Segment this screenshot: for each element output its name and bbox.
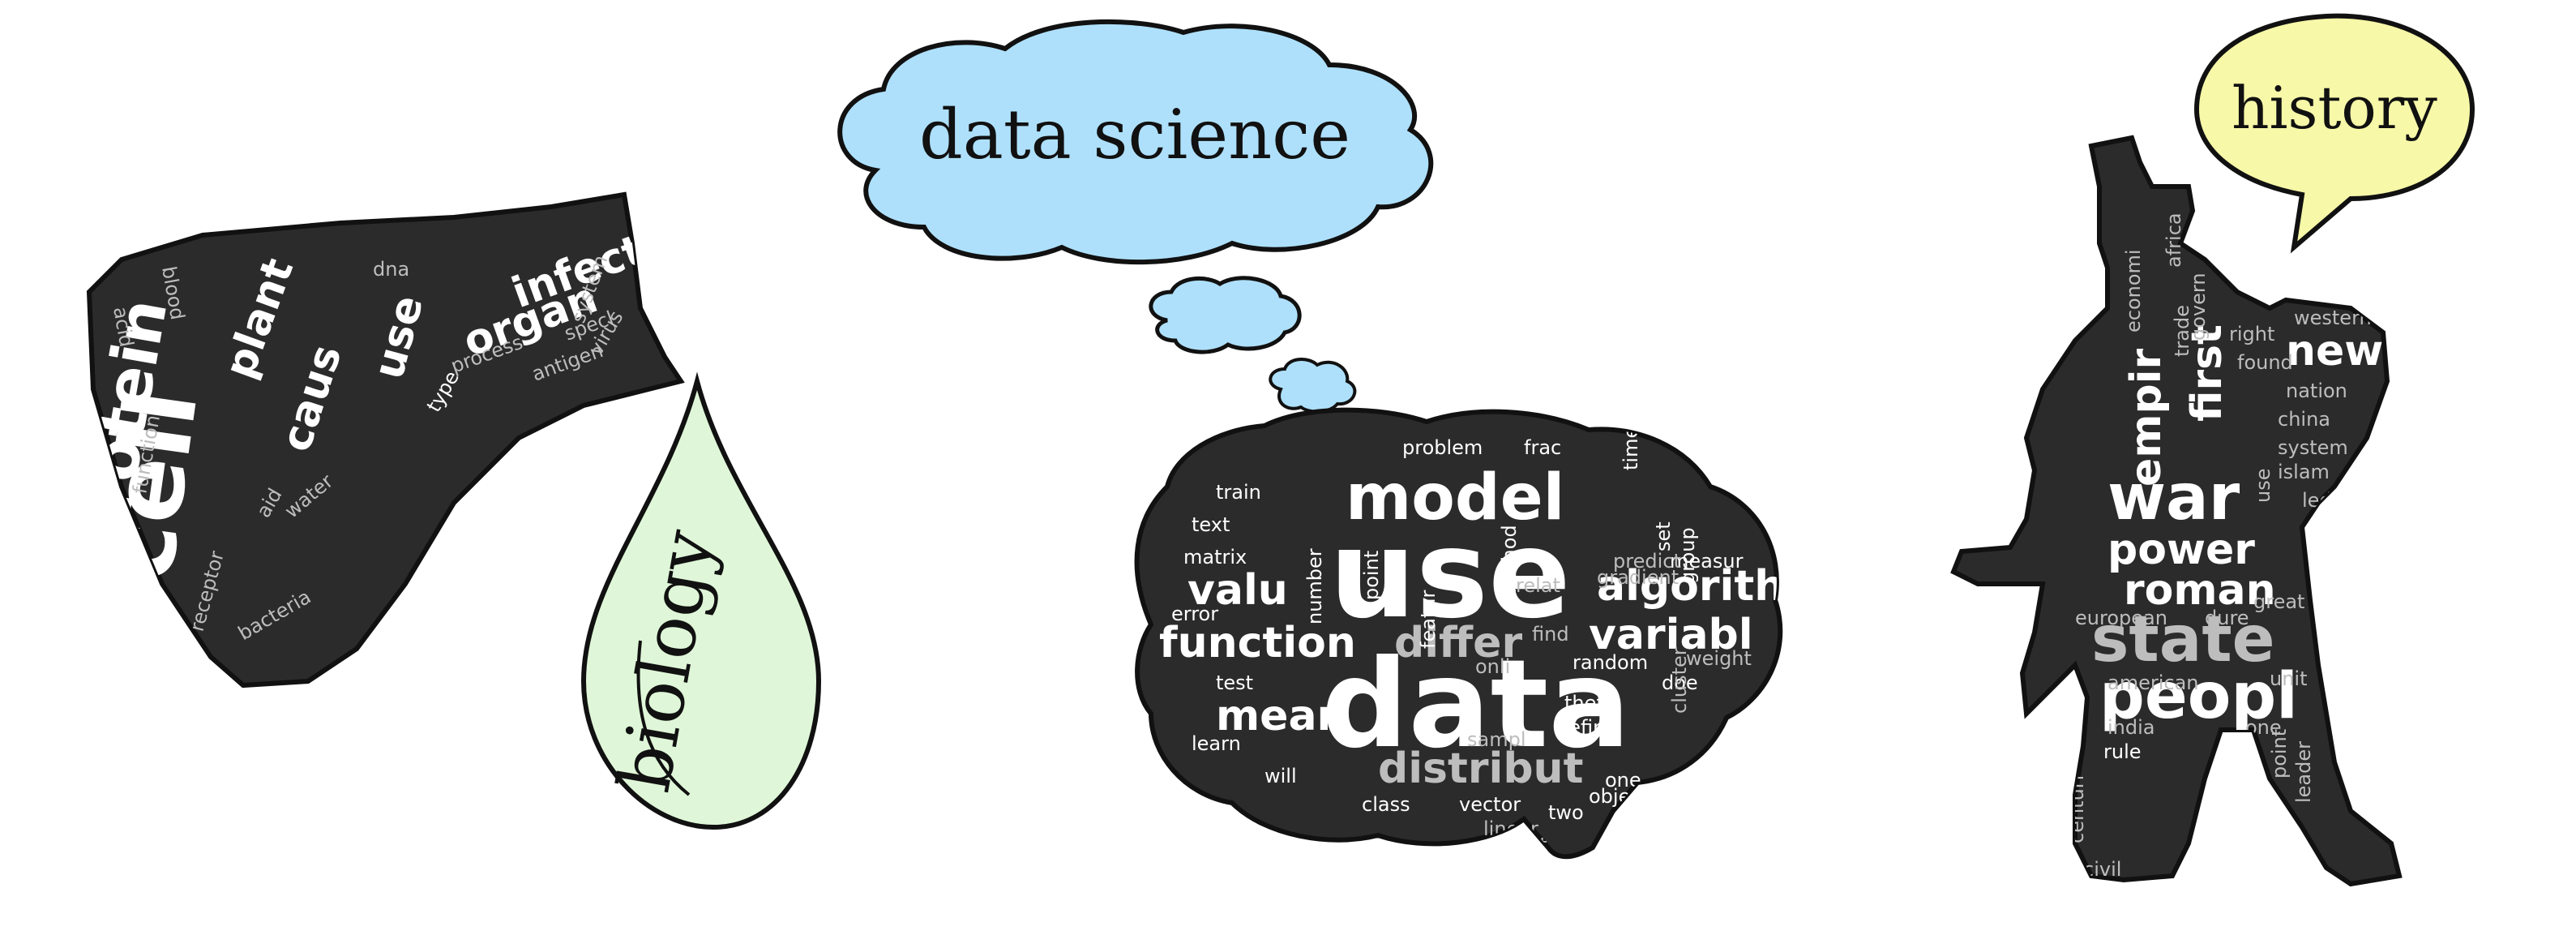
- cloud-word: leader: [2292, 741, 2315, 803]
- cloud-word: china: [2278, 408, 2330, 431]
- cloud-word: right: [2229, 323, 2274, 345]
- cloud-word: found: [2237, 351, 2293, 374]
- cloud-word: vector: [1459, 793, 1521, 816]
- speech-bubble: history: [2193, 13, 2475, 254]
- history-label: history: [2232, 74, 2437, 142]
- word-cloud-illustration: cellprotein plantcausinfectorganusetypean…: [86, 13, 2475, 887]
- cloud-word: use: [2252, 469, 2274, 503]
- cloud-word: islam: [2278, 461, 2330, 483]
- cloud-word: two: [1548, 801, 1584, 824]
- biology-flask: cellprotein plantcausinfectorganusetypean…: [86, 191, 685, 689]
- cloud-word: american: [2107, 671, 2199, 694]
- cloud-word: empir: [2122, 349, 2171, 487]
- data-science-label: data science: [919, 95, 1350, 174]
- cloud-word: class: [1362, 793, 1410, 816]
- cloud-word: defin: [1556, 716, 1605, 739]
- cloud-word: problem: [1402, 436, 1483, 459]
- cloud-word: theta: [1564, 692, 1616, 714]
- brain-silhouette: usedatamodelfunction variabldistributalgo…: [1134, 407, 1783, 860]
- cloud-word: will: [1264, 765, 1297, 787]
- cloud-word: function: [1159, 619, 1356, 667]
- cloud-word: weight: [1686, 647, 1752, 670]
- cloud-word: onli: [1475, 655, 1510, 678]
- cloud-word: govern: [2187, 272, 2210, 341]
- cloud-word: central: [2140, 144, 2208, 167]
- cloud-word: european: [2075, 607, 2167, 629]
- cloud-word: land: [2253, 858, 2296, 881]
- cloud-word: western: [2294, 307, 2372, 329]
- cloud-word: text: [1192, 513, 1230, 536]
- cloud-word: nation: [2286, 380, 2347, 402]
- warrior-silhouette: statewarpeoplpowerromanempir first newnati…: [1950, 135, 2403, 887]
- cloud-word: centuri: [2065, 775, 2088, 843]
- cloud-word: dure: [2205, 607, 2249, 629]
- cloud-word: learn: [1192, 732, 1241, 755]
- cloud-word: dna: [373, 258, 409, 281]
- thought-bubble-small: [1269, 358, 1357, 414]
- cloud-word: model: [1346, 461, 1564, 534]
- illustration-canvas: cell protein plant caus infect organ use type an…: [0, 0, 2576, 927]
- cloud-word: point: [1360, 551, 1383, 600]
- cloud-word: test: [1216, 671, 1253, 694]
- thought-cloud: data science: [837, 19, 1434, 414]
- cloud-word: rule: [2103, 740, 2142, 763]
- cloud-word: point: [2268, 729, 2291, 779]
- cloud-word: india: [2107, 716, 2155, 739]
- cloud-word: unit: [2270, 667, 2308, 690]
- cloud-word: matrix: [1183, 546, 1247, 568]
- cloud-word: find: [1532, 623, 1569, 646]
- thought-bubble-medium: [1149, 276, 1302, 354]
- cloud-word: new: [2286, 327, 2383, 375]
- cloud-word: random: [1573, 651, 1648, 674]
- cloud-word: number: [1303, 548, 1326, 624]
- cloud-word: error: [1171, 603, 1218, 625]
- cloud-word: relat: [1516, 574, 1560, 597]
- cloud-word: object: [1589, 785, 1649, 808]
- cloud-word: sampl: [1467, 728, 1526, 751]
- cloud-word: set: [1652, 521, 1675, 551]
- cloud-word: distribut: [1378, 744, 1583, 793]
- cloud-word: featur: [1417, 590, 1440, 649]
- cloud-word: great: [2253, 590, 2304, 613]
- biology-drop: biology: [580, 371, 822, 830]
- cloud-word: system: [2278, 436, 2348, 459]
- cloud-word: train: [1216, 481, 1261, 504]
- cloud-word: economi: [2122, 249, 2145, 332]
- cloud-word: predict: [1613, 550, 1681, 573]
- cloud-word: frac: [1524, 436, 1561, 459]
